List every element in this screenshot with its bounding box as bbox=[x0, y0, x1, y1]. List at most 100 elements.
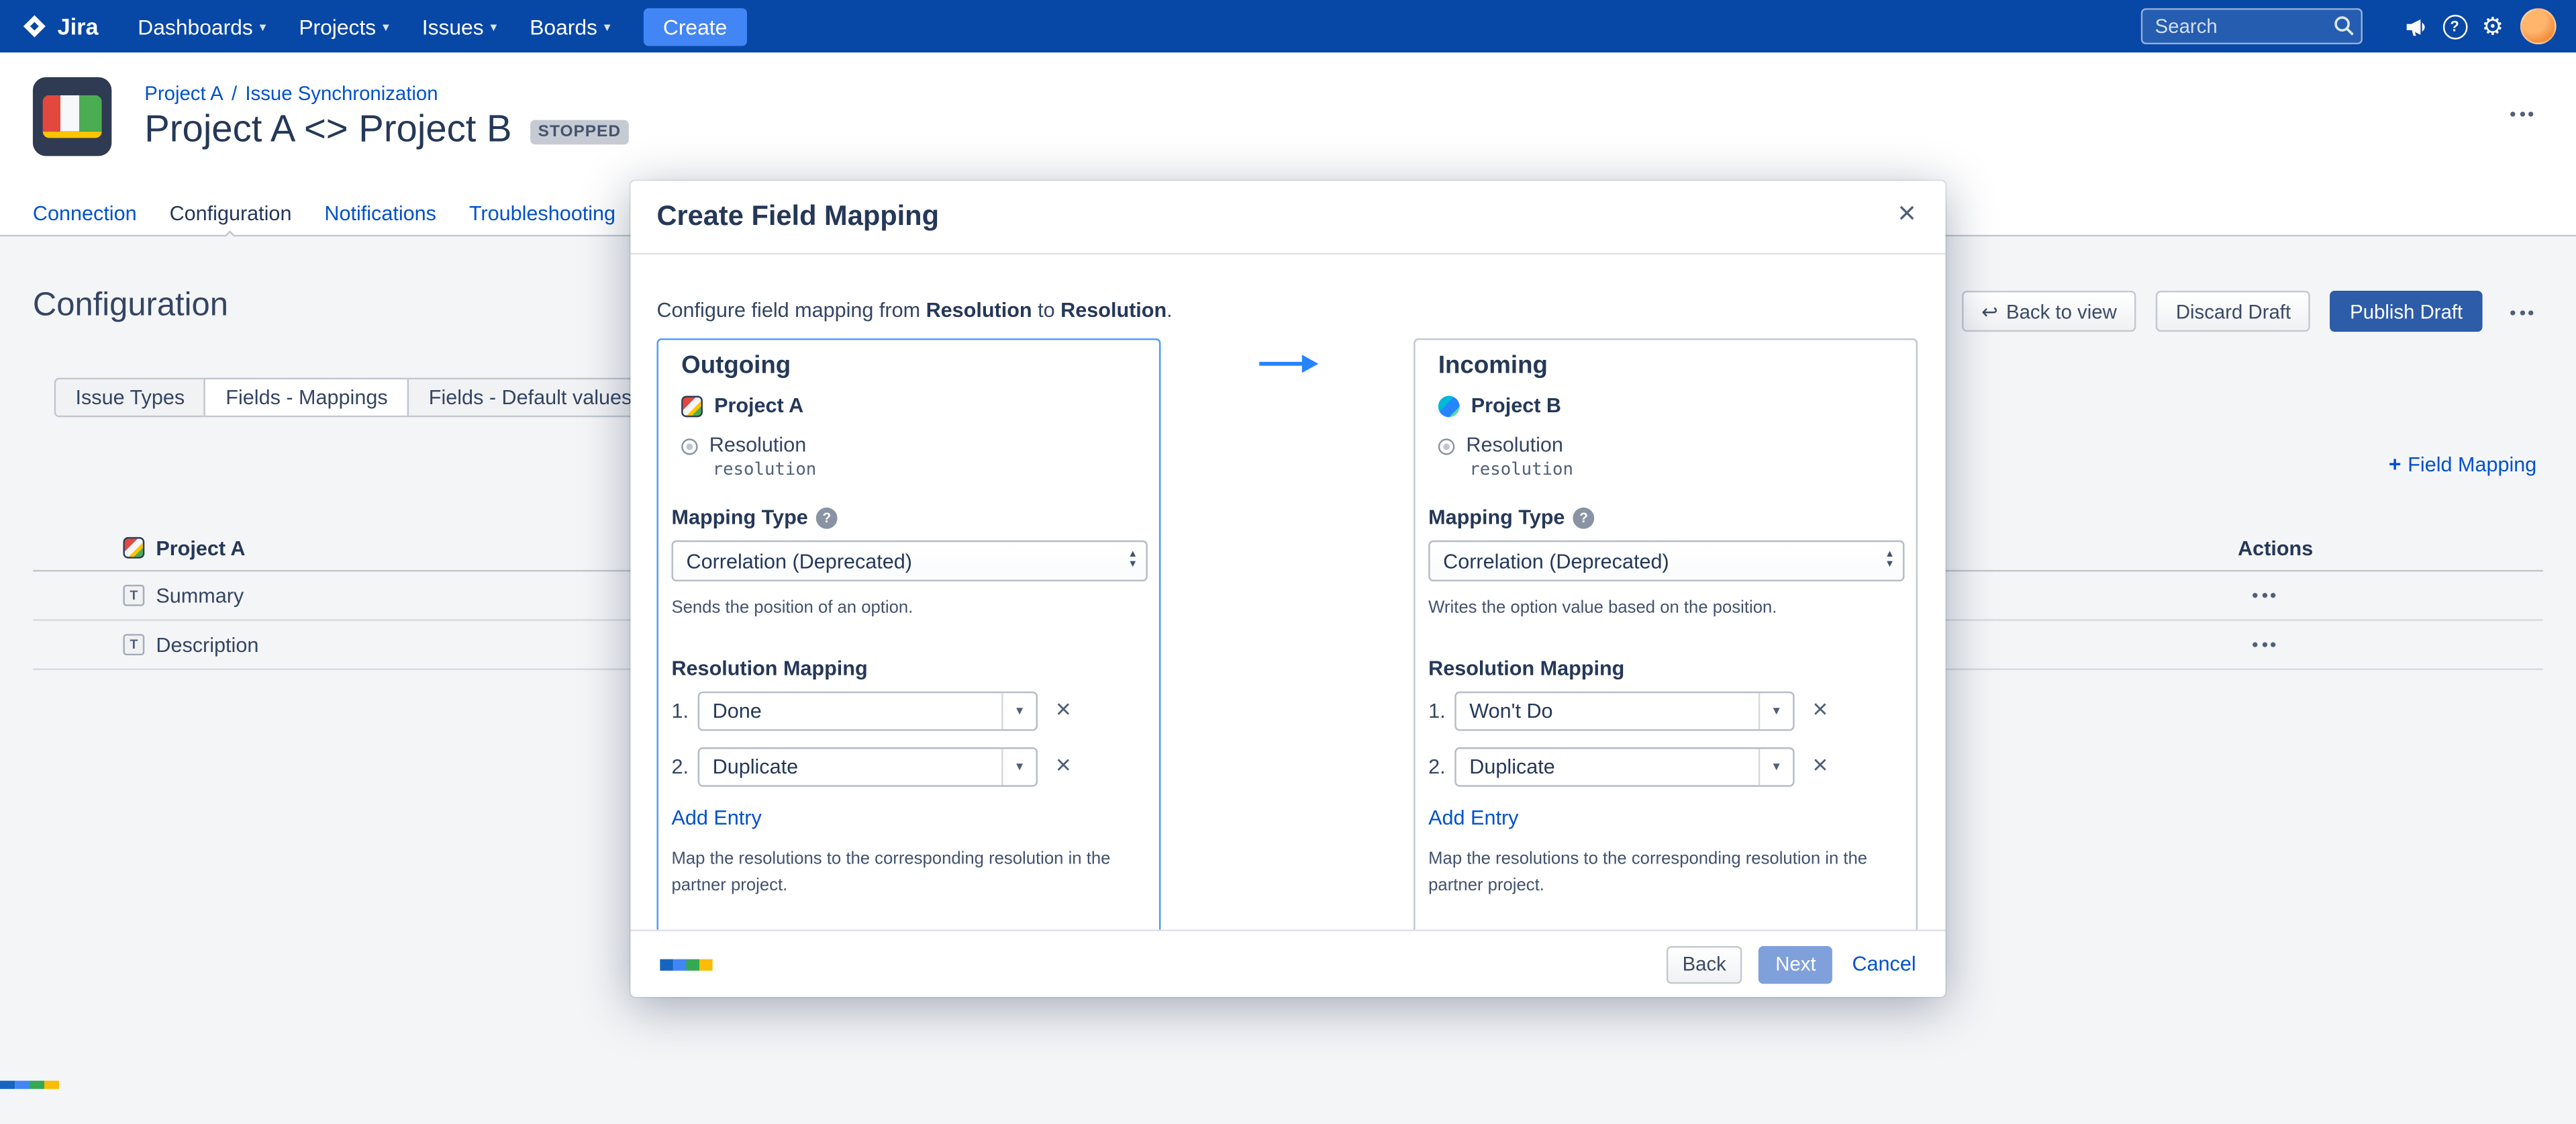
configuration-more-icon[interactable] bbox=[2504, 304, 2540, 322]
header-more-icon[interactable] bbox=[2504, 105, 2540, 124]
field-name: Summary bbox=[156, 584, 244, 607]
add-entry-link[interactable]: Add Entry bbox=[1428, 806, 1518, 829]
remove-entry-icon[interactable]: × bbox=[1813, 754, 1828, 780]
back-to-view-button[interactable]: ↩ Back to view bbox=[1962, 291, 2136, 332]
chevron-down-icon: ▼ bbox=[1001, 749, 1036, 785]
remove-entry-icon[interactable]: × bbox=[1056, 698, 1071, 724]
subtab-fields-default-values[interactable]: Fields - Default values bbox=[407, 378, 653, 418]
dialog-title: Create Field Mapping bbox=[656, 200, 939, 233]
chevron-down-icon: ▾ bbox=[260, 19, 266, 34]
question-mark-glyph: ? bbox=[2442, 14, 2467, 39]
resolution-dropdown[interactable]: Duplicate ▼ bbox=[1454, 747, 1794, 787]
breadcrumb-project-link[interactable]: Project A bbox=[144, 82, 223, 105]
nav-item-label: Projects bbox=[299, 14, 376, 39]
selected-mapping-type: Correlation (Deprecated) bbox=[673, 549, 1120, 572]
button-label: Back to view bbox=[2006, 299, 2117, 322]
project-name: Project A bbox=[714, 394, 803, 417]
subtab-issue-types[interactable]: Issue Types bbox=[54, 378, 206, 418]
breadcrumb-page-link[interactable]: Issue Synchronization bbox=[245, 82, 438, 105]
search-input[interactable] bbox=[2140, 8, 2362, 44]
selected-resolution: Won't Do bbox=[1456, 693, 1758, 729]
sync-project-avatar bbox=[33, 77, 111, 156]
mapping-entry: 2. Duplicate ▼ × bbox=[1428, 747, 1828, 787]
mapping-type-select[interactable]: Correlation (Deprecated) ▲▼ bbox=[1428, 541, 1904, 581]
incoming-heading: Incoming bbox=[1438, 351, 1548, 379]
entry-number: 2. bbox=[671, 755, 697, 778]
intro-prefix: Configure field mapping from bbox=[656, 299, 920, 322]
help-icon[interactable]: ? bbox=[816, 507, 838, 528]
publish-draft-button[interactable]: Publish Draft bbox=[2330, 291, 2483, 332]
undo-arrow-icon: ↩ bbox=[1981, 299, 1998, 322]
nav-item-label: Issues bbox=[422, 14, 484, 39]
gear-glyph: ⚙ bbox=[2481, 14, 2504, 39]
row-actions-more-icon[interactable] bbox=[2246, 586, 2543, 604]
nav-item-label: Dashboards bbox=[138, 14, 252, 39]
field-bullet-icon bbox=[681, 438, 697, 455]
nav-item-projects[interactable]: Projects ▾ bbox=[283, 0, 405, 52]
settings-gear-icon[interactable]: ⚙ bbox=[2481, 14, 2504, 39]
chevron-down-icon: ▾ bbox=[383, 19, 389, 34]
mapping-type-label: Mapping Type bbox=[1428, 506, 1565, 528]
chevron-down-icon: ▼ bbox=[1758, 693, 1793, 729]
tab-troubleshooting[interactable]: Troubleshooting bbox=[469, 202, 615, 235]
subtab-fields-mappings[interactable]: Fields - Mappings bbox=[205, 378, 409, 418]
create-field-mapping-dialog: Create Field Mapping × Configure field m… bbox=[630, 181, 1945, 997]
resolution-dropdown[interactable]: Duplicate ▼ bbox=[698, 747, 1038, 787]
add-field-mapping-link[interactable]: + Field Mapping bbox=[2389, 452, 2536, 477]
selected-mapping-type: Correlation (Deprecated) bbox=[1430, 549, 1877, 572]
next-button[interactable]: Next bbox=[1759, 945, 1832, 983]
create-button[interactable]: Create bbox=[644, 7, 747, 45]
tab-connection[interactable]: Connection bbox=[33, 202, 137, 235]
project-b-avatar-icon bbox=[1438, 395, 1460, 416]
tab-notifications[interactable]: Notifications bbox=[324, 202, 436, 235]
mapping-type-description: Writes the option value based on the pos… bbox=[1428, 598, 1777, 617]
select-spinner-icon: ▲▼ bbox=[1120, 552, 1146, 570]
help-icon[interactable]: ? bbox=[2442, 14, 2467, 39]
brand-name: Jira bbox=[58, 13, 99, 40]
remove-entry-icon[interactable]: × bbox=[1056, 754, 1071, 780]
cancel-link[interactable]: Cancel bbox=[1852, 953, 1916, 976]
resolution-dropdown[interactable]: Done ▼ bbox=[698, 692, 1038, 731]
close-icon[interactable]: × bbox=[1891, 195, 1923, 233]
field-name: Description bbox=[156, 633, 258, 656]
mapping-type-select[interactable]: Correlation (Deprecated) ▲▼ bbox=[671, 541, 1147, 581]
nav-item-issues[interactable]: Issues ▾ bbox=[405, 0, 513, 52]
announcements-icon[interactable] bbox=[2403, 14, 2428, 39]
field-name: Resolution bbox=[709, 434, 817, 457]
plus-icon: + bbox=[2389, 452, 2401, 477]
status-badge: STOPPED bbox=[530, 120, 629, 145]
column-header-project-a: Project A bbox=[156, 536, 245, 559]
section-title: Configuration bbox=[33, 287, 228, 325]
remove-entry-icon[interactable]: × bbox=[1813, 698, 1828, 724]
row-actions-more-icon[interactable] bbox=[2246, 636, 2543, 654]
panel-footnote: Map the resolutions to the corresponding… bbox=[1428, 846, 1901, 898]
mapping-type-description: Sends the position of an option. bbox=[671, 598, 913, 617]
entry-number: 2. bbox=[1428, 755, 1454, 778]
outgoing-heading: Outgoing bbox=[681, 351, 791, 379]
tab-configuration[interactable]: Configuration bbox=[170, 202, 292, 235]
discard-draft-button[interactable]: Discard Draft bbox=[2156, 291, 2310, 332]
link-label: Field Mapping bbox=[2408, 453, 2536, 475]
add-entry-link[interactable]: Add Entry bbox=[671, 806, 761, 829]
jira-logo-icon bbox=[19, 11, 49, 41]
nav-item-dashboards[interactable]: Dashboards ▾ bbox=[121, 0, 283, 52]
tab-label: Configuration bbox=[170, 202, 292, 225]
user-avatar[interactable] bbox=[2520, 8, 2557, 44]
project-a-avatar-icon bbox=[123, 537, 144, 559]
text-field-type-icon: T bbox=[123, 634, 144, 655]
select-spinner-icon: ▲▼ bbox=[1877, 552, 1903, 570]
resolution-mapping-heading: Resolution Mapping bbox=[1428, 657, 1624, 680]
jira-logo[interactable]: Jira bbox=[19, 11, 98, 41]
draft-toolbar: ↩ Back to view Discard Draft Publish Dra… bbox=[1962, 291, 2483, 332]
outgoing-panel: Outgoing Project A Resolution resolution… bbox=[656, 338, 1160, 930]
search-icon[interactable] bbox=[2332, 15, 2354, 44]
nav-item-boards[interactable]: Boards ▾ bbox=[513, 0, 627, 52]
chevron-down-icon: ▼ bbox=[1758, 749, 1793, 785]
resolution-dropdown[interactable]: Won't Do ▼ bbox=[1454, 692, 1794, 731]
configuration-subtabs: Issue Types Fields - Mappings Fields - D… bbox=[54, 378, 725, 418]
help-icon[interactable]: ? bbox=[1573, 507, 1595, 528]
project-name: Project B bbox=[1471, 394, 1561, 417]
back-button[interactable]: Back bbox=[1666, 945, 1742, 983]
chevron-down-icon: ▼ bbox=[1001, 693, 1036, 729]
chevron-down-icon: ▾ bbox=[604, 19, 611, 34]
